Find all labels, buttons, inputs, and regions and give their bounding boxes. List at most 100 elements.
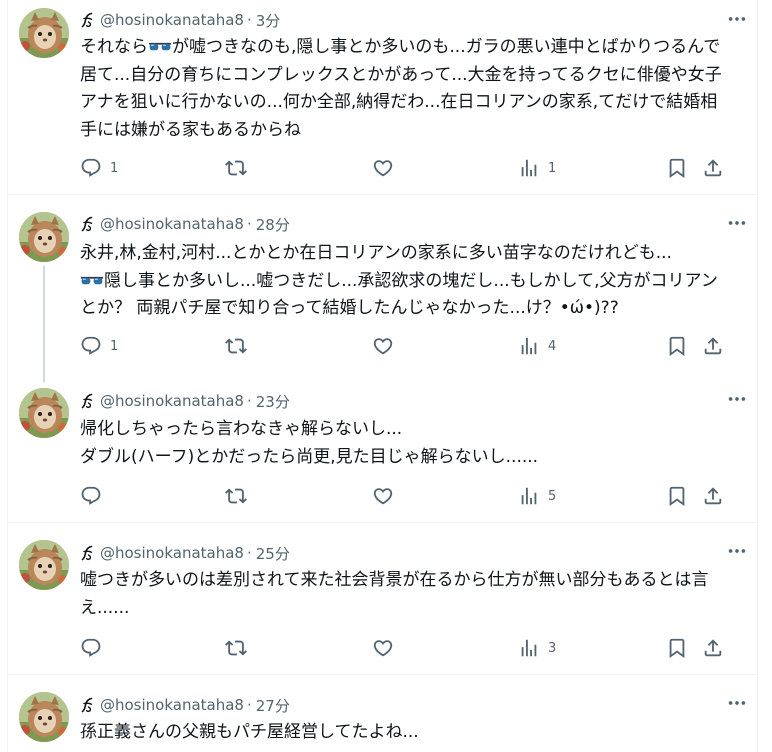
divider <box>7 674 756 675</box>
bookmark-icon <box>666 335 688 357</box>
separator-dot: · <box>246 392 252 410</box>
like-icon <box>372 485 394 507</box>
views-count: 4 <box>548 338 557 354</box>
thread-line <box>43 266 45 382</box>
views-count: 3 <box>548 640 557 656</box>
timestamp[interactable]: 3分 <box>256 10 281 31</box>
separator-dot: · <box>246 544 252 562</box>
tweet-header: @hosinokanataha8 · 25分 <box>80 542 290 564</box>
verified-mark-icon <box>80 215 96 233</box>
user-handle[interactable]: @hosinokanataha8 <box>100 392 244 410</box>
tweet-text-part: が嘘つきなのも,隠し事とか多いのも...ガラの悪い連中とばかりつるんで居て...… <box>80 37 722 140</box>
avatar[interactable] <box>19 540 69 590</box>
user-handle[interactable]: @hosinokanataha8 <box>100 11 244 29</box>
avatar[interactable] <box>19 692 69 742</box>
like-button[interactable] <box>372 636 394 660</box>
tweet-text: 帰化しちゃったら言わなきゃ解らないし... ダブル(ハーフ)とかだったら尚更,見… <box>80 419 539 467</box>
bookmark-icon <box>666 157 688 179</box>
bookmark-button[interactable] <box>666 156 688 180</box>
share-icon <box>702 637 724 659</box>
reply-count: 1 <box>110 338 119 354</box>
retweet-button[interactable] <box>225 484 247 508</box>
verified-mark-icon <box>80 544 96 562</box>
tweet-text: 孫正義さんの父親もパチ屋経営してたよね... <box>80 722 419 742</box>
timestamp[interactable]: 23分 <box>256 391 290 412</box>
avatar[interactable] <box>19 8 69 58</box>
separator-dot: · <box>246 215 252 233</box>
share-icon <box>702 335 724 357</box>
like-button[interactable] <box>372 156 394 180</box>
more-icon[interactable] <box>724 9 750 29</box>
separator-dot: · <box>246 11 252 29</box>
tweet-header: @hosinokanataha8 · 3分 <box>80 9 280 31</box>
views-icon <box>518 157 540 179</box>
avatar[interactable] <box>19 388 69 438</box>
views-icon <box>518 485 540 507</box>
more-icon[interactable] <box>724 541 750 561</box>
retweet-icon <box>225 637 247 659</box>
tweet-text-part: それなら <box>80 37 148 57</box>
user-handle[interactable]: @hosinokanataha8 <box>100 696 244 714</box>
share-button[interactable] <box>702 484 724 508</box>
reply-button[interactable] <box>80 484 110 508</box>
views-icon <box>518 335 540 357</box>
timestamp[interactable]: 25分 <box>256 543 290 564</box>
bookmark-button[interactable] <box>666 484 688 508</box>
tweet-header: @hosinokanataha8 · 23分 <box>80 390 290 412</box>
retweet-icon <box>225 335 247 357</box>
reply-icon <box>80 335 102 357</box>
share-button[interactable] <box>702 636 724 660</box>
tweet-text: 嘘つきが多いのは差別されて来た社会背景が在るから仕方が無い部分もあるとは言え..… <box>80 570 709 618</box>
bookmark-button[interactable] <box>666 636 688 660</box>
share-button[interactable] <box>702 156 724 180</box>
reply-button[interactable]: 1 <box>80 156 118 180</box>
tweet-header: @hosinokanataha8 · 27分 <box>80 694 290 716</box>
retweet-button[interactable] <box>225 156 247 180</box>
timestamp[interactable]: 28分 <box>256 214 290 235</box>
sunglasses-emoji-icon <box>80 274 104 288</box>
reply-count: 1 <box>110 160 119 176</box>
avatar[interactable] <box>19 212 69 262</box>
tweet-header: @hosinokanataha8 · 28分 <box>80 213 290 235</box>
verified-mark-icon <box>80 392 96 410</box>
share-button[interactable] <box>702 334 724 358</box>
like-icon <box>372 157 394 179</box>
like-button[interactable] <box>372 334 394 358</box>
more-icon[interactable] <box>724 389 750 409</box>
share-icon <box>702 157 724 179</box>
like-icon <box>372 335 394 357</box>
divider <box>7 194 756 195</box>
retweet-button[interactable] <box>225 636 247 660</box>
reply-icon <box>80 637 102 659</box>
verified-mark-icon <box>80 11 96 29</box>
like-icon <box>372 637 394 659</box>
views-button[interactable]: 5 <box>518 484 556 508</box>
retweet-icon <box>225 157 247 179</box>
tweet-text-part: 永井,林,金村,河村...とかとか在日コリアンの家系に多い苗字なのだけれども..… <box>80 243 672 263</box>
like-button[interactable] <box>372 484 394 508</box>
retweet-icon <box>225 485 247 507</box>
reply-button[interactable]: 1 <box>80 334 118 358</box>
bookmark-button[interactable] <box>666 334 688 358</box>
bookmark-icon <box>666 637 688 659</box>
views-button[interactable]: 1 <box>518 156 556 180</box>
user-handle[interactable]: @hosinokanataha8 <box>100 215 244 233</box>
retweet-button[interactable] <box>225 334 247 358</box>
timestamp[interactable]: 27分 <box>256 695 290 716</box>
bookmark-icon <box>666 485 688 507</box>
verified-mark-icon <box>80 696 96 714</box>
tweet-actions: 5 <box>80 484 732 508</box>
views-count: 5 <box>548 488 557 504</box>
user-handle[interactable]: @hosinokanataha8 <box>100 544 244 562</box>
separator-dot: · <box>246 696 252 714</box>
reply-icon <box>80 485 102 507</box>
tweet-text-part: 隠し事とか多いし...嘘つきだし...承認欲求の塊だし...もしかして,父方がコ… <box>80 270 718 319</box>
views-button[interactable]: 3 <box>518 636 556 660</box>
tweet-actions: 3 <box>80 636 732 660</box>
reply-button[interactable] <box>80 636 110 660</box>
views-button[interactable]: 4 <box>518 334 556 358</box>
more-icon[interactable] <box>724 213 750 233</box>
divider <box>7 522 756 523</box>
more-icon[interactable] <box>724 693 750 713</box>
sunglasses-emoji-icon <box>148 40 172 54</box>
